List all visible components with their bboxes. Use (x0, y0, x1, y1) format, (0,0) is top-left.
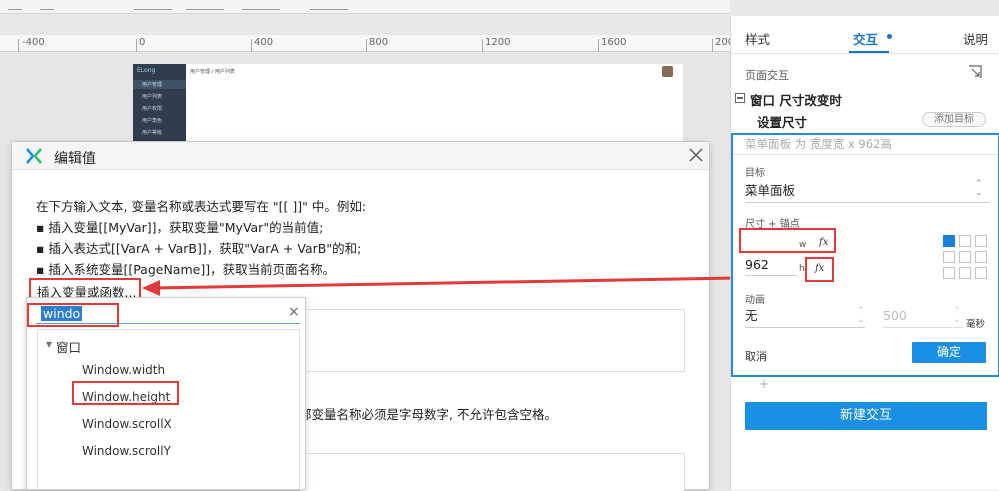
horizontal-ruler: -400 0 400 800 1200 1600 2000 (0, 35, 740, 52)
instruction-line: ▪ 插入表达式[[VarA + VarB]]，获取"VarA + VarB"的和… (36, 241, 362, 256)
tab-interactions[interactable]: 交互 (853, 29, 878, 48)
mock-sidebar-item: 用户权限 (142, 106, 163, 112)
stepper-icon[interactable]: ⌃ ⌄ (953, 307, 961, 325)
red-arrow-annotation (142, 276, 739, 296)
active-tab-underline (849, 51, 889, 53)
ruler-tick: 1200 (485, 37, 511, 48)
action-title: 设置尺寸 (757, 115, 808, 130)
function-picker-popup: windo × ▼ 窗口 Window.width Window.height … (26, 297, 306, 490)
mock-sidebar-item: 用户列表 (142, 94, 163, 100)
close-icon[interactable] (688, 147, 704, 163)
duration-input[interactable]: 500 (883, 306, 963, 328)
tabs-divider (731, 53, 999, 54)
height-input[interactable]: 962 (745, 256, 797, 276)
action-summary: 菜单面板 为 宽度宽 x 962高 (745, 137, 892, 151)
anchor-middle-left[interactable] (943, 251, 955, 263)
top-toolbar (0, 0, 730, 14)
mock-page[interactable] (133, 64, 683, 149)
mock-sidebar-item: 用户管理 (142, 82, 163, 88)
cancel-button[interactable]: 取消 (745, 348, 767, 364)
value-textarea[interactable] (299, 309, 685, 372)
anchor-middle-right[interactable] (975, 251, 987, 263)
add-action-icon[interactable]: + (759, 377, 769, 391)
local-variable-area[interactable] (299, 453, 685, 491)
function-item[interactable]: Window.scrollY (82, 444, 171, 458)
ruler-tick: 800 (369, 37, 389, 48)
mock-sidebar-item: 用户角色 (142, 118, 163, 124)
function-item[interactable]: Window.scrollX (82, 417, 172, 431)
toolbar-control[interactable] (8, 0, 22, 10)
anchor-bottom-center[interactable] (959, 267, 971, 279)
instruction-line: 在下方输入文本, 变量名称或表达式要写在 "[[ ]]" 中。例如: (36, 199, 367, 214)
ruler-tick: -400 (22, 37, 45, 48)
mock-logo: ELong (137, 67, 156, 74)
animation-label: 动画 (745, 295, 765, 306)
duration-unit: 毫秒 (966, 319, 986, 330)
local-variable-note: 部变量名称必须是字母数字, 不允许包含空格。 (299, 407, 557, 422)
highlight-box (72, 381, 179, 405)
caret-down-icon[interactable]: ▼ (46, 340, 52, 349)
target-label: 目标 (745, 168, 765, 179)
clear-icon[interactable]: × (288, 304, 300, 320)
tab-notes[interactable]: 说明 (963, 29, 988, 48)
toolbar-field[interactable] (134, 0, 172, 10)
ruler-tick: 0 (139, 37, 146, 48)
tab-style[interactable]: 样式 (745, 29, 770, 48)
instruction-line: ▪ 插入变量[[MyVar]]，获取变量"MyVar"的当前值; (36, 220, 324, 235)
divider (733, 154, 998, 155)
select-arrows-icon: ⌃ ⌄ (975, 179, 983, 198)
highlight-box (27, 303, 119, 327)
collapse-icon[interactable] (735, 93, 745, 103)
highlight-box (805, 257, 834, 282)
highlight-box (29, 278, 141, 299)
mock-avatar (662, 66, 673, 77)
tab-indicator-dot (887, 34, 892, 39)
mock-breadcrumb: 用户管理 / 用户列表 (190, 69, 235, 75)
height-unit: h (799, 264, 805, 274)
anchor-top-right[interactable] (975, 235, 987, 247)
function-item[interactable]: Window.width (82, 363, 165, 377)
ok-button[interactable]: 确定 (912, 342, 986, 363)
toolbar-field[interactable] (310, 0, 348, 10)
ruler-tick: 400 (254, 37, 274, 48)
ruler-tick: 1600 (601, 37, 627, 48)
page-interaction-label: 页面交互 (745, 69, 789, 82)
anchor-bottom-left[interactable] (943, 267, 955, 279)
anchor-top-center[interactable] (959, 235, 971, 247)
dialog-header: 编辑值 (12, 142, 709, 170)
anchor-center[interactable] (959, 251, 971, 263)
toolbar-field[interactable] (186, 0, 224, 10)
animation-select[interactable]: 无 (745, 306, 865, 328)
toolbar-field[interactable] (242, 0, 280, 10)
axure-logo-icon (26, 148, 42, 164)
anchor-bottom-right[interactable] (975, 267, 987, 279)
function-list[interactable]: ▼ 窗口 Window.width Window.height Window.s… (37, 329, 300, 489)
toolbar-control[interactable] (40, 0, 54, 10)
function-group-window[interactable]: 窗口 (56, 337, 81, 356)
expand-corner-icon[interactable] (968, 65, 982, 79)
select-arrows-icon: ⌃ ⌄ (857, 306, 865, 325)
event-title: 窗口 尺寸改变时 (750, 93, 842, 108)
anchor-top-left[interactable] (943, 235, 955, 247)
mock-sidebar-item: 用户等级 (142, 130, 163, 136)
add-target-button[interactable]: 添加目标 (922, 112, 986, 127)
target-select[interactable]: 菜单面板 (745, 181, 989, 203)
inspector-panel: 样式 交互 说明 页面交互 窗口 尺寸改变时 设置尺寸 添加目标 菜单面板 为 … (730, 16, 999, 490)
highlight-box (739, 228, 836, 253)
dialog-title: 编辑值 (54, 151, 96, 167)
new-interaction-button[interactable]: 新建交互 (745, 402, 987, 430)
